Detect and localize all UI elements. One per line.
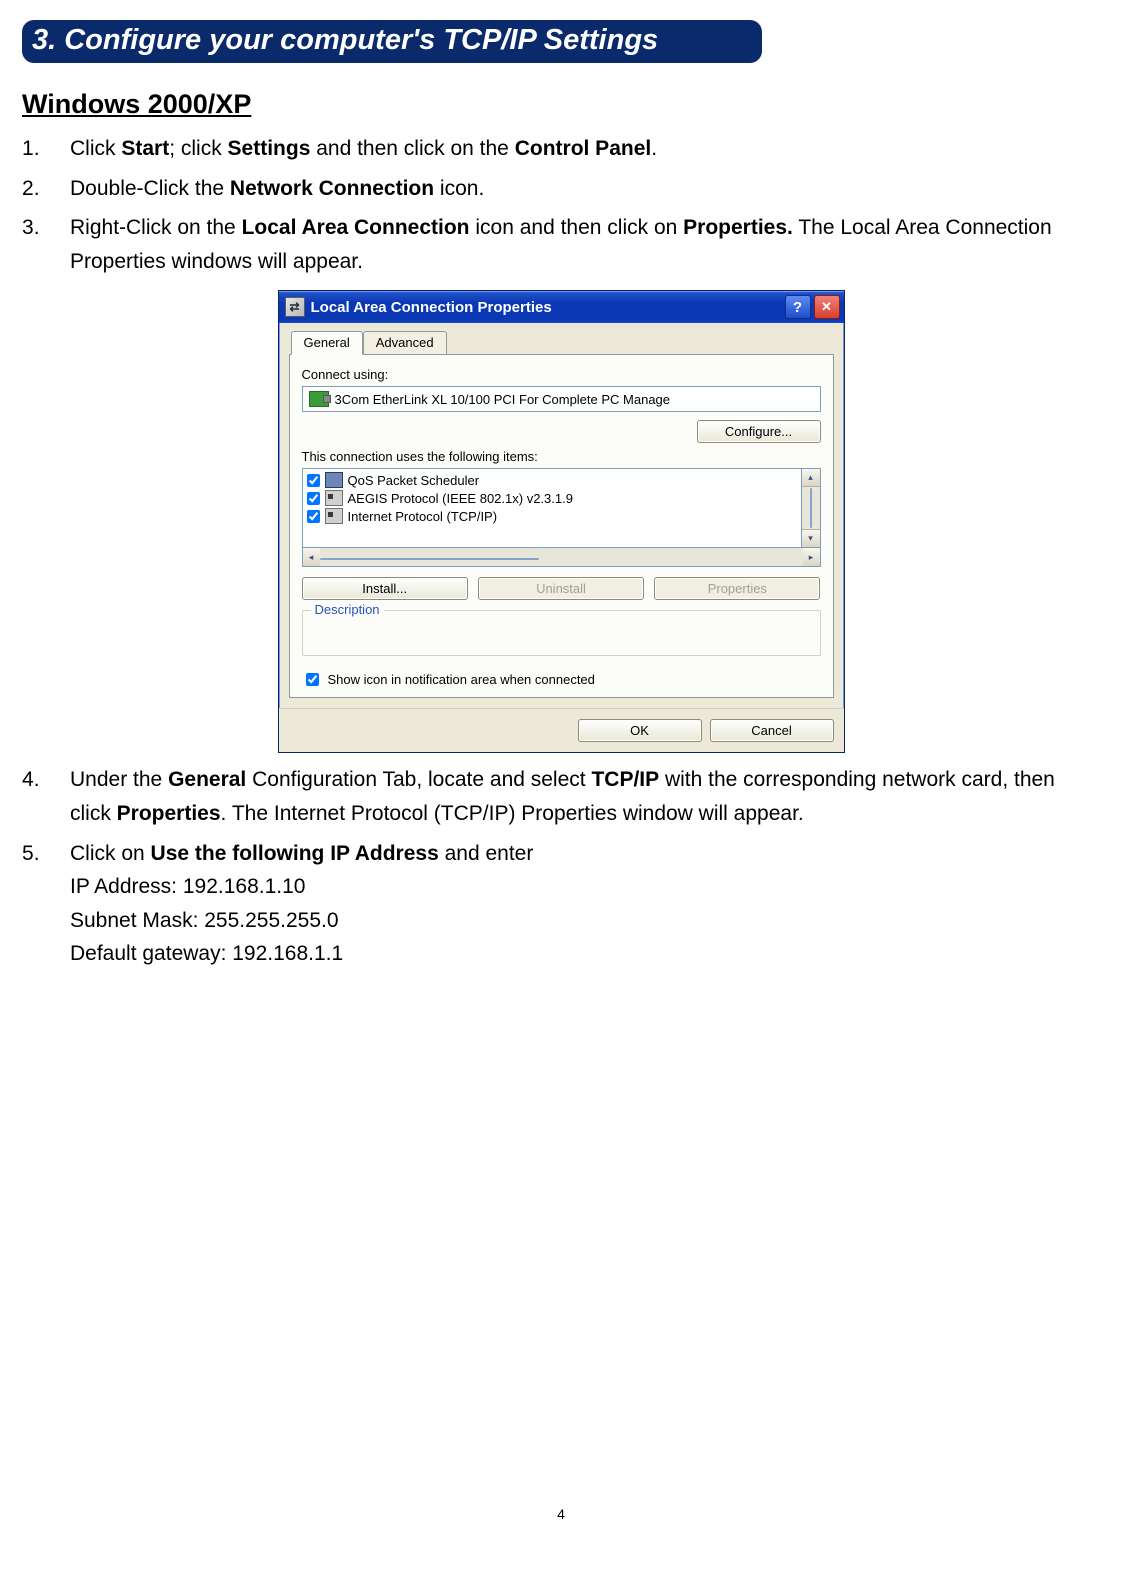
dialog-footer: OK Cancel [279, 708, 844, 752]
text: icon and then click on [470, 216, 684, 239]
scroll-thumb[interactable] [810, 488, 812, 528]
item-label: AEGIS Protocol (IEEE 802.1x) v2.3.1.9 [348, 491, 573, 506]
adapter-name: 3Com EtherLink XL 10/100 PCI For Complet… [335, 392, 671, 407]
vertical-scrollbar[interactable]: ▴ ▾ [802, 468, 821, 548]
bold-control-panel: Control Panel [515, 137, 652, 160]
close-button[interactable]: ✕ [814, 295, 840, 319]
scroll-thumb[interactable] [320, 558, 539, 560]
window-icon: ⇄ [285, 297, 305, 317]
bold-start: Start [121, 137, 169, 160]
scroll-down-icon[interactable]: ▾ [802, 529, 820, 547]
text: and enter [439, 842, 534, 865]
text: Under the [70, 768, 168, 791]
bold-properties2: Properties [117, 802, 221, 825]
ok-button[interactable]: OK [578, 719, 702, 742]
item-checkbox[interactable] [307, 474, 320, 487]
instruction-list-cont: Under the General Configuration Tab, loc… [22, 763, 1100, 971]
sub-heading: Windows 2000/XP [22, 89, 1100, 120]
components-listbox[interactable]: QoS Packet Scheduler AEGIS Protocol (IEE… [302, 468, 802, 548]
help-button[interactable]: ? [785, 295, 811, 319]
items-label: This connection uses the following items… [302, 449, 821, 464]
item-label: QoS Packet Scheduler [348, 473, 480, 488]
item-checkbox[interactable] [307, 492, 320, 505]
step-5: Click on Use the following IP Address an… [22, 837, 1100, 971]
component-icon [325, 472, 343, 488]
component-icon [325, 490, 343, 506]
tab-pane-general: Connect using: 3Com EtherLink XL 10/100 … [289, 354, 834, 698]
cancel-button[interactable]: Cancel [710, 719, 834, 742]
scroll-right-icon[interactable]: ▸ [803, 548, 820, 566]
instruction-list: Click Start; click Settings and then cli… [22, 132, 1100, 278]
item-checkbox[interactable] [307, 510, 320, 523]
step-3: Right-Click on the Local Area Connection… [22, 211, 1100, 278]
horizontal-scrollbar[interactable]: ◂ ▸ [302, 548, 821, 567]
text: Click [70, 137, 121, 160]
bold-tcpip: TCP/IP [591, 768, 659, 791]
tab-strip: General Advanced [289, 331, 834, 355]
scroll-up-icon[interactable]: ▴ [802, 469, 820, 487]
bold-general: General [168, 768, 246, 791]
description-groupbox: Description [302, 610, 821, 656]
item-label: Internet Protocol (TCP/IP) [348, 509, 498, 524]
page-number: 4 [0, 1506, 1122, 1522]
xp-dialog-figure: ⇄ Local Area Connection Properties ? ✕ G… [278, 290, 845, 753]
window-title: Local Area Connection Properties [311, 299, 552, 316]
bold-settings: Settings [228, 137, 311, 160]
bold-network-connection: Network Connection [230, 177, 434, 200]
bold-lac: Local Area Connection [242, 216, 470, 239]
properties-button[interactable]: Properties [654, 577, 820, 600]
bold-properties: Properties. [683, 216, 793, 239]
ip-line: IP Address: 192.168.1.10 [70, 870, 1100, 904]
text: icon. [434, 177, 484, 200]
titlebar[interactable]: ⇄ Local Area Connection Properties ? ✕ [279, 291, 844, 323]
scroll-left-icon[interactable]: ◂ [303, 548, 320, 566]
xp-dialog: ⇄ Local Area Connection Properties ? ✕ G… [278, 290, 845, 753]
text: Double-Click the [70, 177, 230, 200]
tab-general[interactable]: General [291, 331, 363, 355]
text: . [651, 137, 657, 160]
show-icon-label: Show icon in notification area when conn… [328, 672, 595, 687]
subnet-line: Subnet Mask: 255.255.255.0 [70, 904, 1100, 938]
text: and then click on the [310, 137, 514, 160]
component-icon [325, 508, 343, 524]
nic-icon [309, 391, 329, 407]
step-2: Double-Click the Network Connection icon… [22, 172, 1100, 206]
step-1: Click Start; click Settings and then cli… [22, 132, 1100, 166]
description-label: Description [311, 602, 384, 617]
adapter-field: 3Com EtherLink XL 10/100 PCI For Complet… [302, 386, 821, 412]
step-4: Under the General Configuration Tab, loc… [22, 763, 1100, 830]
tab-advanced[interactable]: Advanced [363, 331, 447, 355]
show-icon-checkbox[interactable] [306, 673, 319, 686]
section-heading: 3. Configure your computer's TCP/IP Sett… [22, 20, 762, 63]
install-button[interactable]: Install... [302, 577, 468, 600]
gateway-line: Default gateway: 192.168.1.1 [70, 937, 1100, 971]
text: ; click [169, 137, 227, 160]
list-item[interactable]: QoS Packet Scheduler [305, 471, 799, 489]
uninstall-button[interactable]: Uninstall [478, 577, 644, 600]
list-item[interactable]: AEGIS Protocol (IEEE 802.1x) v2.3.1.9 [305, 489, 799, 507]
list-item[interactable]: Internet Protocol (TCP/IP) [305, 507, 799, 525]
configure-button[interactable]: Configure... [697, 420, 821, 443]
text: . The Internet Protocol (TCP/IP) Propert… [221, 802, 804, 825]
text: Click on [70, 842, 151, 865]
connect-using-label: Connect using: [302, 367, 821, 382]
bold-use-ip: Use the following IP Address [151, 842, 439, 865]
text: Right-Click on the [70, 216, 242, 239]
text: Configuration Tab, locate and select [246, 768, 591, 791]
